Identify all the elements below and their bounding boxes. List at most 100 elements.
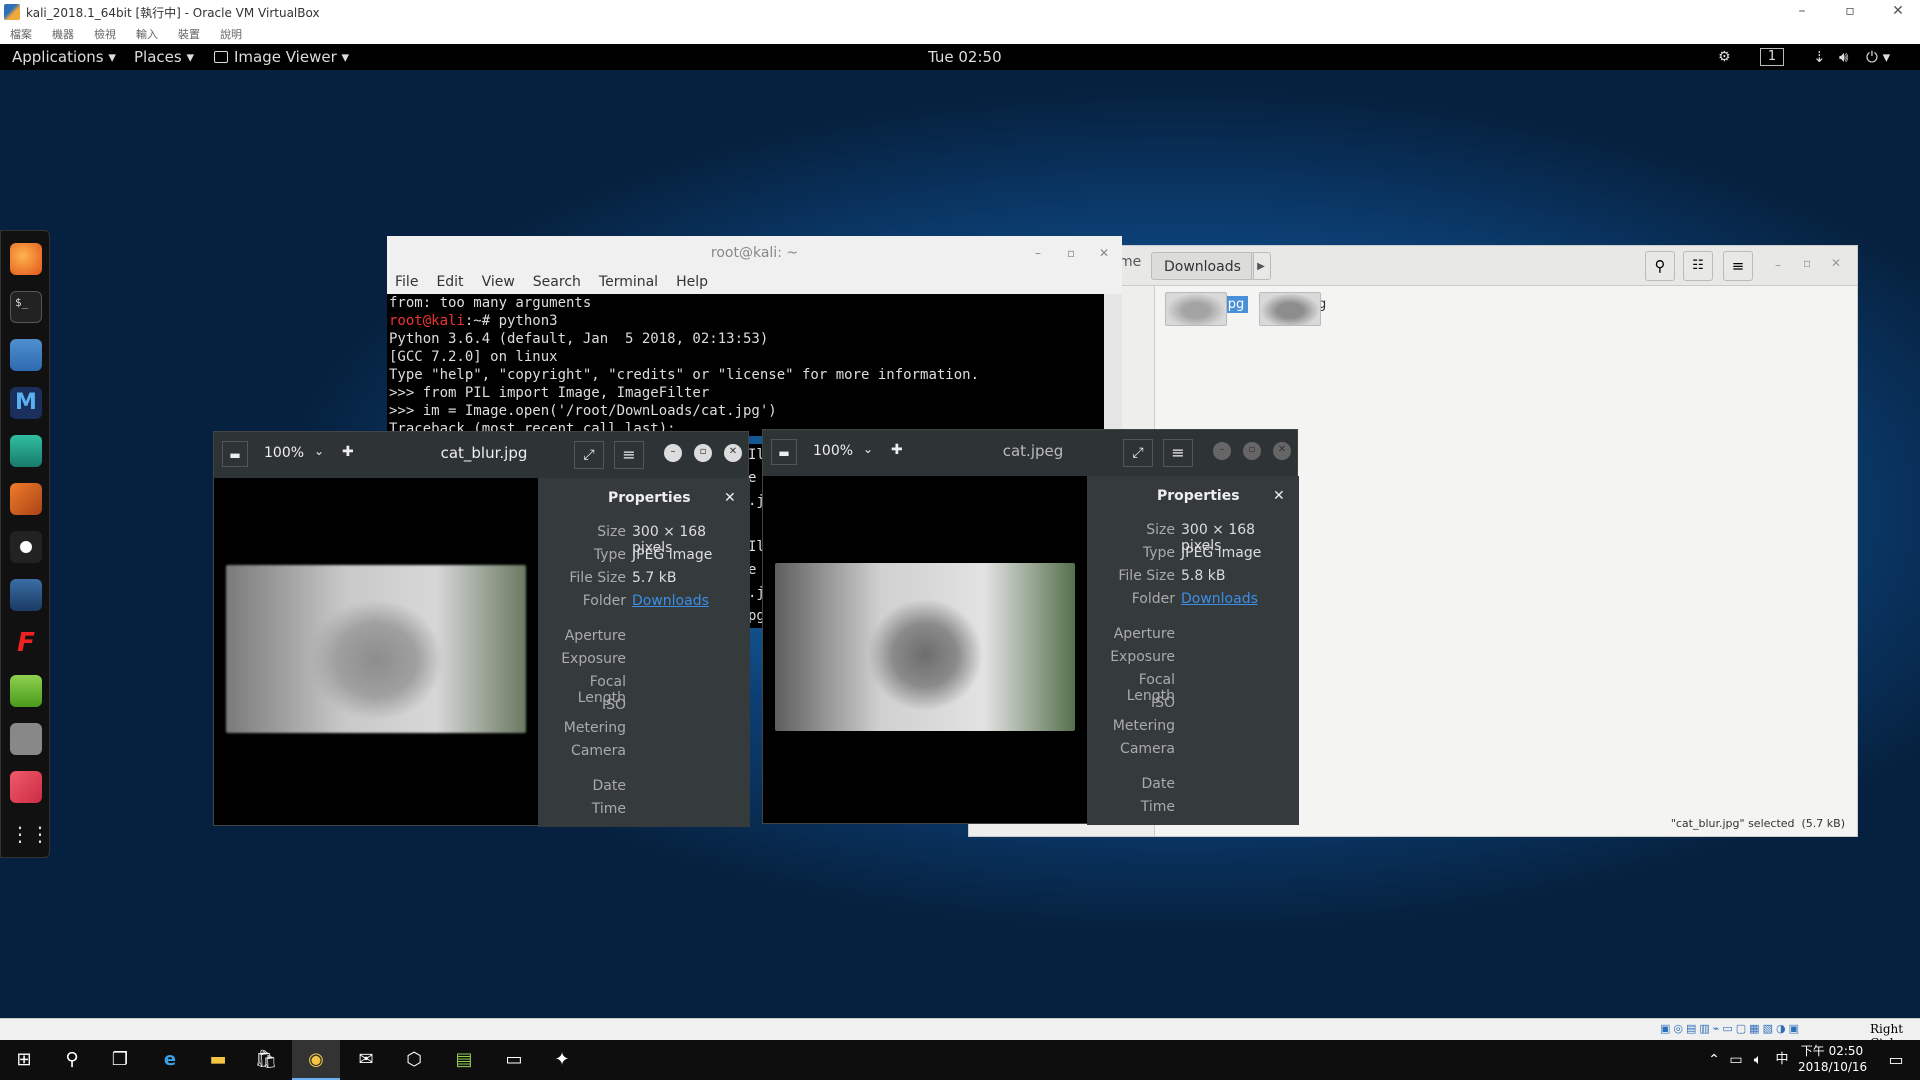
beef-icon[interactable] [10,579,42,611]
notification-icon[interactable]: ▭ [1872,1040,1920,1080]
viewer-close-button[interactable]: ✕ [724,444,742,462]
kali-task-icon[interactable]: ✦ [538,1040,586,1080]
armitage-icon[interactable] [10,435,42,467]
viewer-close-button[interactable]: ✕ [1273,442,1291,460]
close-properties-icon[interactable]: ✕ [724,490,736,506]
wired-icon[interactable]: ⇣ [1813,44,1826,70]
faraday-icon[interactable]: F [10,627,42,659]
edge-icon[interactable]: e [146,1040,194,1080]
chrome-icon[interactable]: ◉ [292,1040,340,1080]
terminal-line: from: too many arguments [389,295,592,311]
terminal-menu-help[interactable]: Help [676,274,708,290]
file-item[interactable]: cat.jpeg [1259,292,1341,326]
terminal-menu-file[interactable]: File [395,274,418,290]
zoom-in-icon[interactable]: ✚ [891,442,903,458]
tray-up-icon[interactable]: ⌃ [1704,1040,1724,1080]
zoom-in-icon[interactable]: ✚ [342,444,354,460]
image-canvas[interactable] [775,563,1075,731]
search-icon[interactable]: ⚲ [1645,251,1675,281]
image-canvas[interactable] [226,565,526,733]
terminal-icon[interactable]: $_ [10,291,42,323]
store-icon[interactable]: 🛍︎ [242,1040,290,1080]
host-device-icons[interactable]: ▣◎▤▥⌁▭▢▦▧◑▣ [1660,1022,1802,1035]
host-menu-view[interactable]: 檢視 [94,26,116,42]
terminal-scrollbar[interactable] [1104,294,1122,436]
files-close-button[interactable]: ✕ [1831,256,1841,270]
volume-icon[interactable]: 🔊︎ [1839,44,1848,70]
image-viewer-dock-icon[interactable] [10,771,42,803]
explorer-icon[interactable]: ▬ [194,1040,242,1080]
leafpad-icon[interactable] [10,675,42,707]
zoom-out-icon[interactable]: ▬ [222,441,248,467]
tray-clock[interactable]: 下午 02:50 2018/10/16 [1798,1043,1867,1075]
viewer-title: cat_blur.jpg [440,444,528,462]
power-icon[interactable]: ⏻ ▾ [1866,44,1890,70]
maltego-icon[interactable] [10,531,42,563]
terminal-minimize-button[interactable]: – [1035,236,1041,270]
ime-indicator[interactable]: 中 [1772,1040,1792,1080]
terminal-output[interactable]: from: too many arguments root@kali:~# pyt… [387,294,1104,436]
mail-icon[interactable]: ✉ [342,1040,390,1080]
chevron-down-icon[interactable]: ⌄ [314,444,324,458]
show-apps-icon[interactable]: ⋮⋮ [10,819,50,851]
files-status: "cat_blur.jpg" selected (5.7 kB) [1670,817,1845,830]
terminal-close-button[interactable]: ✕ [1099,236,1109,270]
folder-link[interactable]: Downloads [632,593,709,609]
file-item[interactable]: cat_blur.jpg [1165,292,1249,326]
zoom-level[interactable]: 100% [264,445,304,461]
tray-volume-icon[interactable]: 🔈︎ [1748,1040,1768,1080]
firefox-icon[interactable] [10,243,42,275]
network-icon[interactable]: ⚙ [1718,44,1731,70]
notepad-icon[interactable]: ▤ [440,1040,488,1080]
cmd-icon[interactable]: ▭ [490,1040,538,1080]
host-menu-devices[interactable]: 裝置 [178,26,200,42]
places-menu[interactable]: Places ▾ [134,44,194,70]
viewer-minimize-button[interactable]: – [1213,442,1231,460]
viewer-menu-icon[interactable]: ≡ [1163,439,1193,467]
fullscreen-icon[interactable]: ⤢ [574,441,604,469]
chevron-down-icon[interactable]: ⌄ [863,442,873,456]
viewer-maximize-button[interactable]: ▫ [1243,442,1261,460]
files-icon[interactable] [10,339,42,371]
folder-link[interactable]: Downloads [1181,591,1258,607]
task-view-icon[interactable]: ❐ [96,1040,144,1080]
terminal-menu-view[interactable]: View [482,274,515,290]
terminal-maximize-button[interactable]: ▫ [1067,236,1075,270]
virtualbox-task-icon[interactable]: ⬡ [390,1040,438,1080]
search-icon[interactable]: ⚲ [48,1040,96,1080]
viewer-maximize-button[interactable]: ▫ [694,444,712,462]
menu-icon[interactable]: ≡ [1723,251,1753,281]
ssh-icon[interactable] [10,723,42,755]
viewer-minimize-button[interactable]: – [664,444,682,462]
path-button-home[interactable]: me [1119,254,1141,270]
host-minimize-button[interactable]: – [1780,0,1824,24]
host-menu-file[interactable]: 檔案 [10,26,32,42]
terminal-menu-terminal[interactable]: Terminal [599,274,658,290]
burpsuite-icon[interactable] [10,483,42,515]
files-minimize-button[interactable]: – [1775,258,1781,272]
files-maximize-button[interactable]: ▫ [1803,256,1811,270]
host-close-button[interactable]: ✕ [1876,0,1920,24]
path-forward-icon[interactable]: ▶ [1251,252,1271,280]
fullscreen-icon[interactable]: ⤢ [1123,439,1153,467]
terminal-line: >>> from PIL import Image, ImageFilter [389,385,710,401]
host-maximize-button[interactable]: ▫ [1828,0,1872,24]
tray-network-icon[interactable]: ▭ [1726,1040,1746,1080]
zoom-out-icon[interactable]: ▬ [771,439,797,465]
terminal-menu-edit[interactable]: Edit [436,274,463,290]
terminal-menu-search[interactable]: Search [533,274,581,290]
close-properties-icon[interactable]: ✕ [1273,488,1285,504]
host-menu-machine[interactable]: 機器 [52,26,74,42]
app-menu[interactable]: Image Viewer ▾ [214,44,349,70]
workspace-indicator[interactable]: 1 [1760,48,1784,66]
metasploit-icon[interactable]: M [10,387,42,419]
clock[interactable]: Tue 02:50 [928,44,1002,70]
host-menu-input[interactable]: 輸入 [136,26,158,42]
path-button-downloads[interactable]: Downloads [1151,252,1254,280]
list-view-icon[interactable]: ☷ [1683,251,1713,281]
windows-start-icon[interactable]: ⊞ [0,1040,48,1080]
applications-menu[interactable]: Applications ▾ [12,44,116,70]
viewer-menu-icon[interactable]: ≡ [614,441,644,469]
zoom-level[interactable]: 100% [813,443,853,459]
host-menu-help[interactable]: 說明 [220,26,242,42]
